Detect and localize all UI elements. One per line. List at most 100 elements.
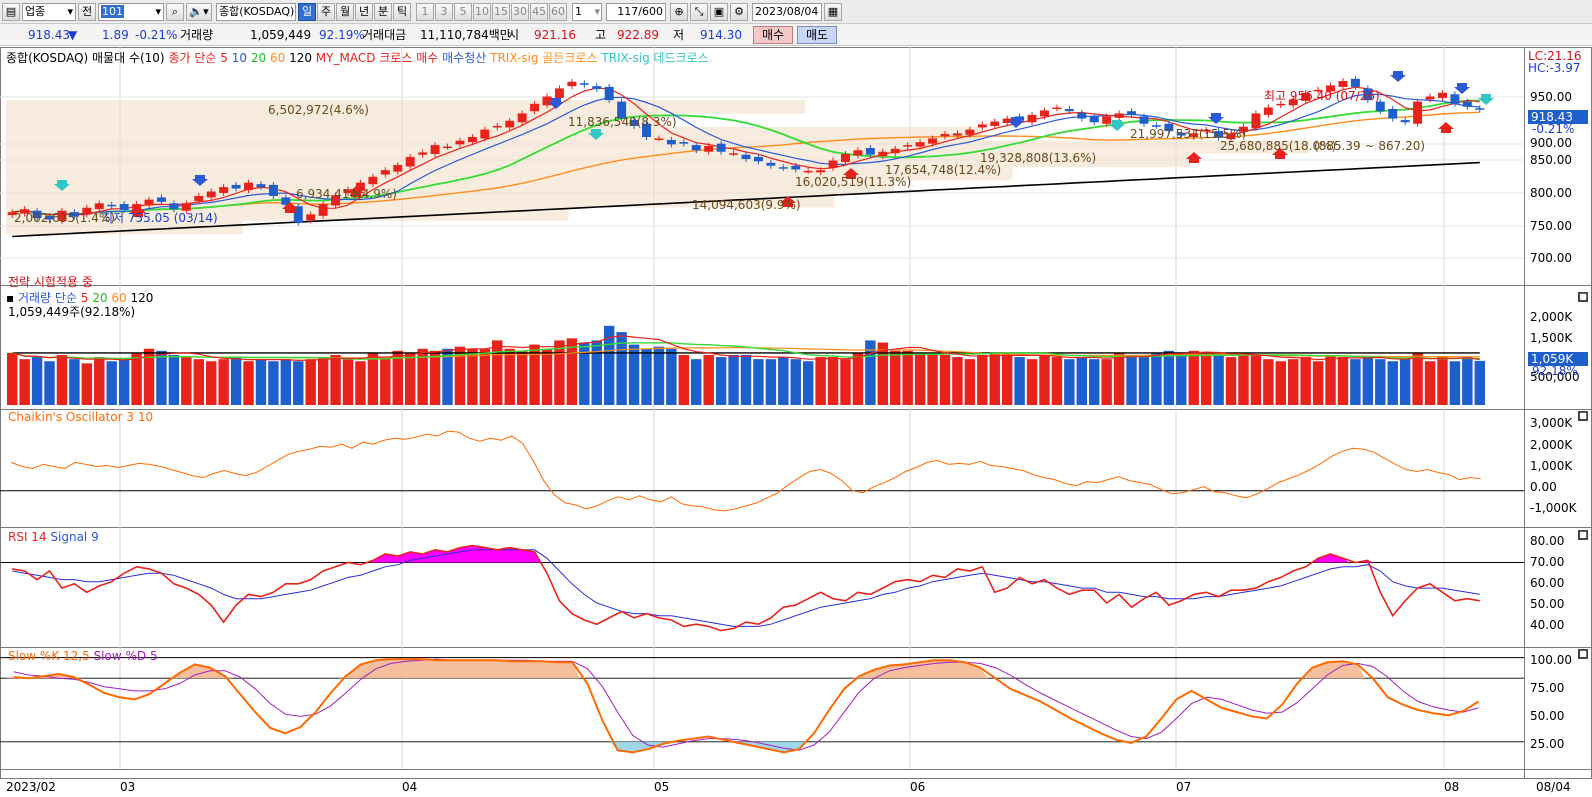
candle-body — [878, 151, 888, 157]
gear-icon[interactable]: ⚙ — [730, 3, 748, 21]
prev-button[interactable]: 전 — [78, 3, 96, 21]
candle-body — [803, 170, 813, 173]
volume-bar — [827, 357, 839, 405]
code-input[interactable]: 101 ▾ — [98, 3, 164, 21]
interval-45[interactable]: 45 — [530, 3, 548, 21]
candle-body — [567, 81, 577, 87]
period-minute[interactable]: 분 — [374, 3, 392, 21]
ma10-label: 10 — [231, 51, 248, 65]
xtick: 2023/02 — [6, 780, 56, 794]
category-select[interactable]: 업종 ▾ — [22, 3, 76, 21]
change-value: 1.89 — [102, 28, 129, 42]
amount-label: 거래대금 — [362, 28, 407, 42]
period-day[interactable]: 일 — [298, 3, 316, 21]
interval-1[interactable]: 1 — [416, 3, 434, 21]
volume-bar — [1151, 352, 1162, 405]
slow-d-label: Slow %D 5 — [93, 649, 158, 663]
period-year[interactable]: 년 — [355, 3, 373, 21]
volume-bar — [591, 340, 602, 405]
zoom-out-icon[interactable]: ⤡ — [690, 3, 708, 21]
volume-bar — [1424, 361, 1436, 405]
count-input[interactable]: 1 ▾ — [572, 3, 602, 21]
stoch-ytick: 75.00 — [1530, 681, 1565, 695]
current-volume-pct: 92.18% — [1532, 364, 1578, 378]
save-icon[interactable]: ▣ — [710, 3, 728, 21]
volume-bar — [1275, 361, 1287, 405]
volume-bar — [1200, 352, 1212, 405]
category-value: 업종 — [25, 5, 46, 18]
chaikin-ytick: -1,000K — [1530, 501, 1577, 515]
vp-label: 6,934,414(4.9%) — [296, 187, 397, 201]
strategy-trix-golden-label: TRIX-sig 골든크로스 — [490, 51, 598, 65]
buy-button[interactable]: 매수 — [753, 26, 793, 44]
panel-close-icon[interactable]: ■ — [1578, 292, 1588, 302]
interval-30[interactable]: 30 — [511, 3, 529, 21]
low-annotation: 최저 755.05 (03/14) — [102, 211, 218, 225]
volume-bar — [293, 361, 304, 405]
candle-body — [219, 187, 229, 193]
interval-5[interactable]: 5 — [454, 3, 472, 21]
strategy-exit-label: 매수청산 — [442, 51, 487, 65]
volume-bar — [1449, 361, 1461, 405]
volume-bar — [554, 340, 565, 405]
candle-body — [1064, 109, 1074, 112]
ma60-label: 60 — [269, 51, 286, 65]
candle-body — [467, 137, 477, 143]
panel-close-icon[interactable]: ■ — [1578, 411, 1588, 421]
calendar-icon[interactable]: ▦ — [824, 3, 842, 21]
candle-body — [1251, 113, 1261, 129]
chart-area[interactable]: 종합(KOSDAQ) 매물대 수(10) 종가 단순 5 10 20 60 12… — [0, 47, 1592, 797]
interval-3[interactable]: 3 — [435, 3, 453, 21]
count-value: 1 — [575, 5, 582, 18]
period-tick[interactable]: 틱 — [393, 3, 411, 21]
candle-body — [194, 195, 204, 202]
volume-ma120-label: 120 — [130, 291, 154, 305]
sell-button[interactable]: 매도 — [797, 26, 837, 44]
candle-body — [181, 203, 191, 211]
candle-body — [169, 203, 179, 210]
volume-subtitle: 1,059,449주(92.18%) — [8, 305, 136, 319]
candle-body — [828, 160, 838, 168]
sell-arrow-icon — [1390, 71, 1406, 82]
candle-body — [865, 148, 875, 155]
hc-label: HC:-3.97 — [1528, 61, 1581, 75]
volume-bar — [815, 357, 826, 405]
candle-body — [1077, 112, 1087, 119]
vp-label: 16,020,519(11.3%) — [795, 175, 912, 189]
layout-icon[interactable]: ▤ — [2, 3, 20, 21]
period-week[interactable]: 주 — [317, 3, 335, 21]
interval-15[interactable]: 15 — [492, 3, 510, 21]
volume-bar — [1437, 357, 1448, 405]
crosshair-icon[interactable]: ⊕ — [670, 3, 688, 21]
volume-bar — [678, 355, 690, 405]
candle-body — [455, 140, 465, 145]
chaikin-ytick: 3,000K — [1530, 416, 1573, 430]
interval-10[interactable]: 10 — [473, 3, 491, 21]
rsi-ytick: 60.00 — [1530, 576, 1565, 590]
candle-body — [505, 120, 515, 128]
chaikin-ytick: 0.00 — [1530, 480, 1557, 494]
panel-close-icon[interactable]: ■ — [1578, 530, 1588, 540]
volume-bar — [305, 359, 316, 405]
volume-profile-band — [6, 180, 894, 195]
stoch-ytick: 25.00 — [1530, 737, 1565, 751]
candle-body — [741, 154, 751, 160]
toolbar: ▤ 업종 ▾ 전 101 ▾ ⌕ 🔈▾ 종합(KOSDAQ) 일 주 월 년 분… — [0, 0, 1592, 24]
date-input[interactable]: 2023/08/04 — [752, 3, 822, 21]
volume-bar — [1462, 357, 1473, 405]
volume-bar — [81, 363, 93, 405]
interval-60[interactable]: 60 — [549, 3, 567, 21]
volume-bar — [1325, 355, 1336, 405]
period-month[interactable]: 월 — [336, 3, 354, 21]
xtick: 07 — [1176, 780, 1192, 794]
panel-close-icon[interactable]: ■ — [1578, 649, 1588, 659]
search-icon[interactable]: ⌕ — [166, 3, 184, 21]
volume-profile-band — [6, 100, 806, 114]
candle-body — [156, 197, 166, 202]
volume-bar — [1225, 357, 1237, 405]
chart-canvas[interactable] — [0, 47, 1592, 797]
speaker-icon[interactable]: 🔈▾ — [186, 3, 212, 21]
low-label: 저 — [673, 28, 685, 42]
candle-body — [766, 162, 776, 166]
price-legend-title: 종합(KOSDAQ) 매물대 수(10) — [6, 51, 165, 65]
